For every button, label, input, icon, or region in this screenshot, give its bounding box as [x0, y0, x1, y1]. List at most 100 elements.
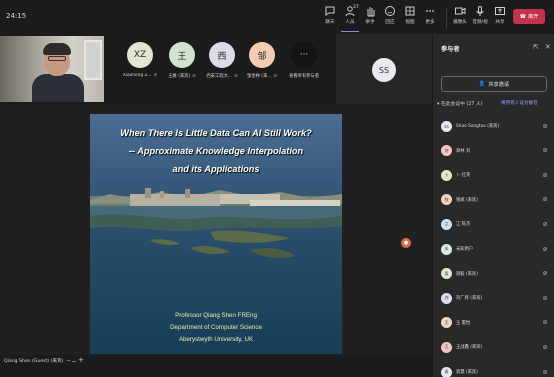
share-icon — [495, 7, 505, 15]
panel-actions: ⇱ ✕ — [527, 43, 551, 51]
list-item[interactable]: 王王战鑫 (来宾) ⊘ — [441, 341, 549, 353]
panel-title: 参与者 — [441, 46, 460, 53]
mic-off-icon: ⊘ — [542, 343, 548, 351]
view-all-participants[interactable]: ··· 查看所有参与者 — [282, 42, 326, 79]
microphone-icon — [476, 6, 484, 16]
list-item[interactable]: SS Shao Songtao (来宾) ⊘ — [441, 120, 549, 132]
popout-icon[interactable]: ⇱ — [533, 43, 539, 51]
more-label: 更多 — [425, 20, 435, 25]
participant-name: Xiaohong Z... ⊘ — [118, 73, 162, 78]
in-meeting-section-header[interactable]: ▾ 在此会议中 (27 人) — [437, 100, 483, 107]
sea-rocks-image — [90, 214, 342, 258]
participant-name: 袁慧 (来宾) — [456, 370, 478, 375]
section-label: 在此会议中 (27 人) — [440, 102, 483, 107]
list-item[interactable]: 袁袁慧 (来宾) ⊘ — [441, 366, 549, 377]
slide-presenter-name: Professor Qiang Shen FREng — [175, 312, 257, 319]
avatar: 未 — [441, 243, 452, 255]
mic-off-icon: ⊘ — [542, 294, 548, 302]
meeting-timer: 24:15 — [6, 12, 27, 20]
avatar: 刘 — [441, 292, 452, 304]
share-button[interactable]: 共享 — [488, 5, 512, 31]
slide-title-line-1: When There Is Little Data Can AI Still W… — [120, 128, 312, 138]
list-item[interactable]: 江江 陈杰 ⊘ — [441, 218, 549, 230]
avatar: 袁 — [441, 366, 452, 377]
avatar: 刘 — [441, 145, 452, 157]
list-item[interactable]: 卜卜 红英 ⊘ — [441, 169, 549, 181]
toolbar-divider — [446, 8, 447, 28]
share-invite-label: 共享邀请 — [488, 81, 510, 88]
mic-off-icon: ⊘ — [273, 74, 277, 79]
slide-university: Aberystwyth University, UK — [178, 336, 254, 343]
speaker-hair — [43, 43, 71, 55]
presenter-control-button[interactable]: ● — [401, 238, 411, 248]
view-all-label: 查看所有参与者 — [288, 74, 320, 79]
participant-name: 王維 (来宾) ⊘ — [160, 73, 204, 79]
mute-all-button[interactable]: 将所有人设为静音 — [501, 100, 538, 106]
avatar: SS — [441, 120, 452, 132]
participant-name-text: 王維 (来宾) — [168, 74, 191, 79]
shared-content-stage: When There Is Little Data Can AI Still W… — [0, 104, 432, 355]
avatar: 江 — [441, 218, 452, 230]
meeting-window: 24:15 聊天 27 人员 举手 回应 视图 更多 摄像头 音频/视 共享 ☎… — [0, 0, 554, 377]
grid-icon — [405, 6, 415, 16]
slide-title-line-3: and its Applications — [172, 164, 260, 174]
list-item[interactable]: 刘刘广辉 (来宾) ⊘ — [441, 292, 549, 304]
participant-name: 钱斌 (来宾) — [456, 197, 478, 203]
list-item[interactable]: 钱钱斌 (来宾) ⊘ — [441, 194, 549, 206]
chevron-down-icon: ▾ — [437, 102, 440, 107]
avatar: XZ — [127, 42, 153, 68]
share-invite-button[interactable]: 👤 共享邀请 — [441, 76, 547, 92]
phone-hangup-icon: ☎ — [519, 13, 527, 20]
more-icon — [426, 10, 434, 12]
top-toolbar: 24:15 聊天 27 人员 举手 回应 视图 更多 摄像头 音频/视 共享 ☎… — [0, 0, 554, 34]
speaker-glasses — [48, 56, 66, 61]
mic-off-icon: ⊘ — [542, 147, 548, 155]
participant-name-text: Xiaohong Z... — [122, 73, 152, 78]
participant-name: 卜 红英 — [456, 173, 471, 179]
speaker-video[interactable] — [0, 36, 104, 102]
participant-name: 王 雷怡 — [456, 320, 471, 326]
camera-icon — [455, 7, 466, 15]
mic-off-icon: ⊘ — [233, 74, 238, 79]
more-participants-icon: ··· — [291, 42, 317, 68]
slide-title-line-2: -- Approximate Knowledge Interpolation — [128, 146, 304, 156]
participant-tile[interactable]: XZ Xiaohong Z... ⊘ — [118, 42, 162, 78]
mic-off-icon: ⊘ — [542, 196, 548, 204]
smiley-icon — [385, 6, 395, 16]
list-item[interactable]: 刘郑林 刘 ⊘ — [441, 145, 549, 157]
participant-tile[interactable]: 王 王維 (来宾) ⊘ — [160, 42, 204, 79]
presenter-label: Qiang Shen (Guest) (来宾) — [4, 359, 64, 364]
pointer-icon: ● — [403, 240, 409, 246]
participant-name: Shao Songtao (来宾) — [456, 124, 500, 129]
zoom-out-button[interactable]: − — [66, 357, 71, 364]
participant-tile[interactable]: 邹 邹金林 (来... ⊘ — [240, 42, 284, 79]
list-item[interactable]: 未未知用户 ⊘ — [441, 243, 549, 255]
zoom-slider[interactable] — [72, 361, 76, 362]
avatar: 王 — [441, 341, 452, 353]
mic-off-icon: ⊘ — [542, 220, 548, 228]
avatar: 邹 — [249, 42, 275, 68]
participant-name: 未知用户 — [456, 247, 474, 252]
mic-off-icon: ⊘ — [542, 270, 548, 278]
avatar: 卜 — [441, 169, 452, 181]
active-indicator — [341, 31, 359, 32]
participants-panel: 参与者 ⇱ ✕ 👤 共享邀请 ▾ 在此会议中 (27 人) 将所有人设为静音 SS… — [432, 34, 554, 377]
avatar: SS — [372, 58, 396, 82]
list-item[interactable]: 梁梁毅 (来宾) ⊘ — [441, 268, 549, 280]
chat-icon — [325, 6, 335, 16]
leave-label: 离开 — [528, 14, 539, 20]
mic-off-icon: ⊘ — [542, 171, 548, 179]
close-icon[interactable]: ✕ — [545, 43, 551, 51]
add-person-icon: 👤 — [478, 81, 486, 87]
bottom-bar: Qiang Shen (Guest) (来宾) − + — [0, 355, 432, 377]
participant-name: 西安工程大... ⊘ — [200, 73, 244, 79]
slide-department: Department of Computer Science — [170, 324, 262, 331]
zoom-in-button[interactable]: + — [78, 356, 84, 364]
participant-name-text: 邹金林 (来... — [247, 74, 272, 79]
participant-tile-ss[interactable]: SS — [336, 34, 432, 104]
leave-button[interactable]: ☎ 离开 — [513, 9, 545, 24]
list-item[interactable]: 王王 雷怡 ⊘ — [441, 317, 549, 329]
participant-tile[interactable]: 西 西安工程大... ⊘ — [200, 42, 244, 79]
participant-name-text: 西安工程大... — [206, 74, 232, 79]
more-button[interactable]: 更多 — [418, 5, 442, 31]
